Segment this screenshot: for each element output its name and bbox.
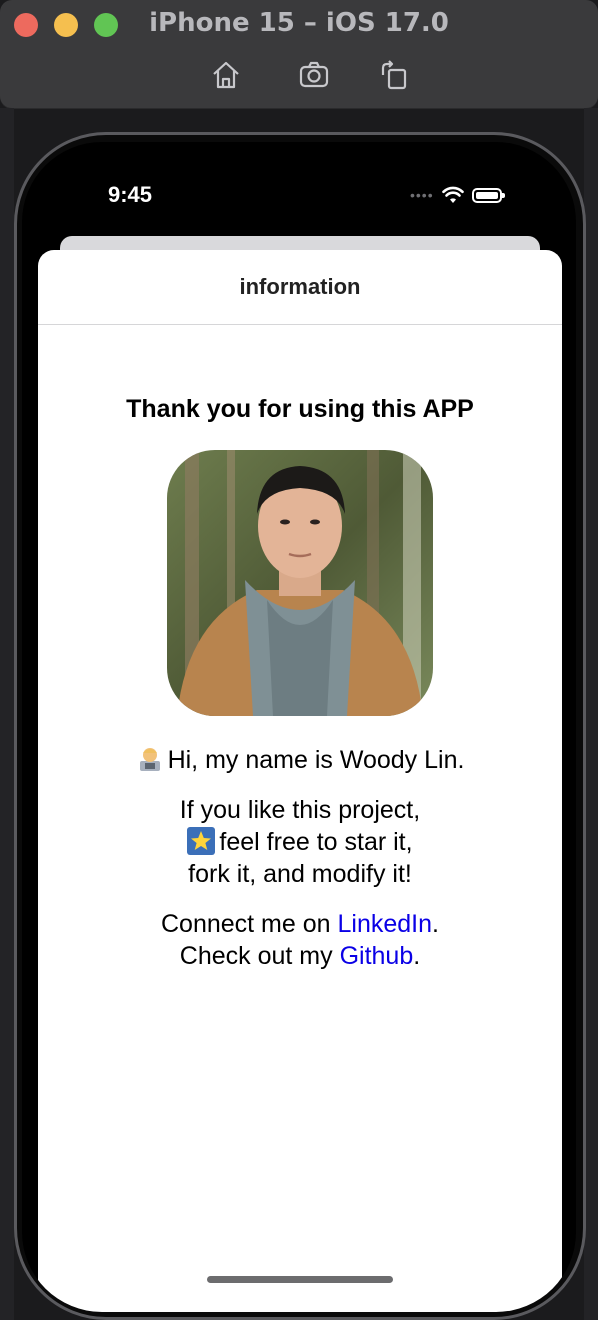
github-prefix: Check out my <box>179 942 340 970</box>
linkedin-link[interactable]: LinkedIn <box>338 910 433 938</box>
home-indicator[interactable] <box>207 1276 393 1283</box>
screenshot-camera-icon <box>299 61 329 88</box>
home-button[interactable] <box>209 58 243 92</box>
project-line-3: fork it, and modify it! <box>188 860 412 888</box>
rotate-icon <box>381 60 407 90</box>
github-link[interactable]: Github <box>340 942 414 970</box>
window-title: iPhone 15 – iOS 17.0 <box>149 8 449 38</box>
intro-text: Hi, my name is Woody Lin. <box>38 744 562 776</box>
simulator-title-bar: iPhone 15 – iOS 17.0 <box>0 0 598 108</box>
battery-icon <box>471 187 505 203</box>
intro-label: Hi, my name is Woody Lin. <box>167 746 465 774</box>
github-line: Check out my Github. <box>38 940 562 972</box>
project-line-2: feel free to star it, <box>219 828 413 856</box>
profile-photo <box>167 450 433 716</box>
project-line-1: If you like this project, <box>179 796 421 824</box>
glowing-star-emoji <box>187 827 216 855</box>
status-time: 9:45 <box>108 182 153 207</box>
device-screen: 9:45 •••• information Thank you for usin… <box>22 142 576 1312</box>
rotate-button[interactable] <box>377 58 411 92</box>
connect-prefix: Connect me on <box>161 910 338 938</box>
technologist-emoji <box>136 745 164 773</box>
project-line-2-row: feel free to star it, <box>38 826 562 858</box>
home-icon <box>213 61 239 89</box>
contact-text: Connect me on LinkedIn. Check out my Git… <box>38 908 562 972</box>
information-sheet: information Thank you for using this APP <box>38 250 562 1312</box>
connect-suffix: . <box>432 910 439 938</box>
screenshot-button[interactable] <box>297 58 331 92</box>
wifi-icon <box>441 186 464 203</box>
thank-you-heading: Thank you for using this APP <box>126 395 474 423</box>
connect-line: Connect me on LinkedIn. <box>38 908 562 940</box>
status-icons: •••• <box>410 186 505 204</box>
project-text: If you like this project, feel free to s… <box>38 794 562 890</box>
background-editor-left <box>0 108 14 1320</box>
sheet-title: information <box>38 250 562 325</box>
signal-dots-icon: •••• <box>410 187 434 203</box>
background-editor-right <box>584 108 598 1320</box>
github-suffix: . <box>413 942 421 970</box>
